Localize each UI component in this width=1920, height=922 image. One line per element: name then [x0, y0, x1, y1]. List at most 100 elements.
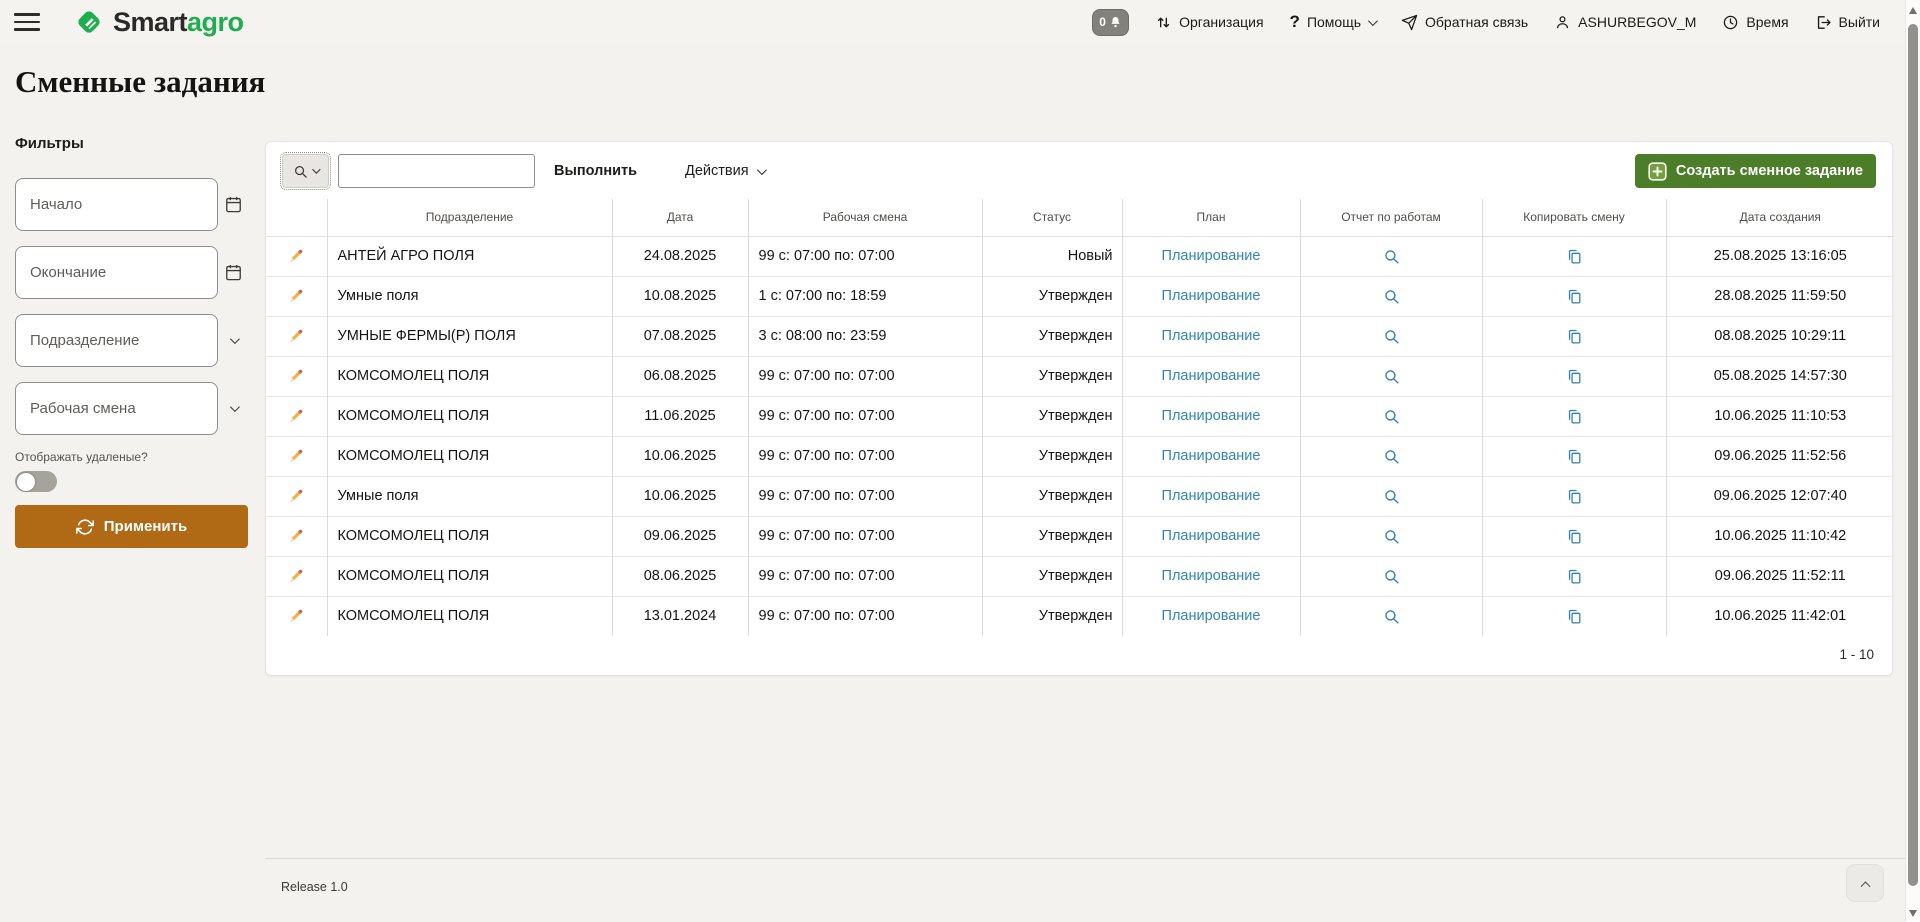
- search-options-button[interactable]: [282, 154, 329, 188]
- edit-pencil-icon[interactable]: [287, 247, 305, 265]
- cell-date: 10.06.2025: [612, 436, 748, 476]
- copy-shift-icon[interactable]: [1566, 568, 1583, 585]
- scrollbar-down-arrow[interactable]: [1909, 910, 1917, 917]
- chevron-down-icon[interactable]: [218, 326, 248, 356]
- cell-status: Утвержден: [982, 516, 1122, 556]
- copy-shift-icon[interactable]: [1566, 288, 1583, 305]
- report-search-icon[interactable]: [1383, 448, 1400, 465]
- report-search-icon[interactable]: [1383, 528, 1400, 545]
- edit-pencil-icon[interactable]: [287, 487, 305, 505]
- nav-help[interactable]: ? Помощь: [1290, 12, 1375, 32]
- edit-pencil-icon[interactable]: [287, 367, 305, 385]
- plan-link[interactable]: Планирование: [1162, 568, 1261, 584]
- edit-pencil-icon[interactable]: [287, 447, 305, 465]
- edit-pencil-icon[interactable]: [287, 567, 305, 585]
- table-row: КОМСОМОЛЕЦ ПОЛЯ 08.06.2025 99 с: 07:00 п…: [266, 556, 1894, 596]
- cell-shift: 99 с: 07:00 по: 07:00: [748, 236, 982, 276]
- page-title: Сменные задания: [15, 64, 265, 100]
- brand-logo[interactable]: Smartagro: [72, 5, 244, 39]
- plan-link[interactable]: Планирование: [1162, 368, 1261, 384]
- apply-button-label: Применить: [104, 518, 187, 535]
- plan-link[interactable]: Планирование: [1162, 408, 1261, 424]
- scrollbar-up-arrow[interactable]: [1909, 7, 1917, 14]
- swap-vertical-icon: [1155, 14, 1172, 31]
- report-search-icon[interactable]: [1383, 248, 1400, 265]
- report-search-icon[interactable]: [1383, 488, 1400, 505]
- table-row: Умные поля 10.06.2025 99 с: 07:00 по: 07…: [266, 476, 1894, 516]
- notifications-button[interactable]: 0: [1092, 9, 1129, 36]
- col-edit: [266, 199, 327, 236]
- edit-pencil-icon[interactable]: [287, 327, 305, 345]
- nav-feedback[interactable]: Обратная связь: [1401, 14, 1528, 31]
- plan-link[interactable]: Планирование: [1162, 608, 1261, 624]
- calendar-icon[interactable]: [218, 190, 248, 220]
- cell-status: Утвержден: [982, 476, 1122, 516]
- vertical-scrollbar[interactable]: [1905, 0, 1920, 922]
- work-shift-select[interactable]: [15, 382, 218, 435]
- execute-button[interactable]: Выполнить: [554, 163, 637, 179]
- plan-link[interactable]: Планирование: [1162, 448, 1261, 464]
- bell-icon: [1109, 15, 1122, 29]
- cell-date: 10.06.2025: [612, 476, 748, 516]
- filters-title: Фильтры: [15, 135, 248, 152]
- report-search-icon[interactable]: [1383, 408, 1400, 425]
- report-search-icon[interactable]: [1383, 368, 1400, 385]
- copy-shift-icon[interactable]: [1566, 608, 1583, 625]
- question-icon: ?: [1290, 12, 1300, 32]
- cell-unit: КОМСОМОЛЕЦ ПОЛЯ: [327, 396, 612, 436]
- plan-link[interactable]: Планирование: [1162, 528, 1261, 544]
- chevron-down-icon[interactable]: [218, 394, 248, 424]
- nav-user[interactable]: ASHURBEGOV_M: [1554, 14, 1696, 31]
- copy-shift-icon[interactable]: [1566, 328, 1583, 345]
- copy-shift-icon[interactable]: [1566, 528, 1583, 545]
- start-date-input[interactable]: [15, 178, 218, 231]
- report-search-icon[interactable]: [1383, 328, 1400, 345]
- edit-pencil-icon[interactable]: [287, 407, 305, 425]
- copy-shift-icon[interactable]: [1566, 488, 1583, 505]
- cell-shift: 99 с: 07:00 по: 07:00: [748, 356, 982, 396]
- copy-shift-icon[interactable]: [1566, 408, 1583, 425]
- unit-select[interactable]: [15, 314, 218, 367]
- top-nav: 0 Организация ? Помощь Обратная связь: [1092, 9, 1880, 36]
- report-search-icon[interactable]: [1383, 568, 1400, 585]
- calendar-icon[interactable]: [218, 258, 248, 288]
- cell-unit: КОМСОМОЛЕЦ ПОЛЯ: [327, 556, 612, 596]
- scroll-to-top-button[interactable]: [1846, 864, 1884, 902]
- cell-unit: Умные поля: [327, 476, 612, 516]
- report-toolbar: Выполнить Действия Создать сменное задан…: [266, 142, 1892, 188]
- cell-shift: 1 с: 07:00 по: 18:59: [748, 276, 982, 316]
- scrollbar-thumb[interactable]: [1908, 24, 1918, 886]
- nav-feedback-label: Обратная связь: [1425, 14, 1528, 30]
- cell-unit: КОМСОМОЛЕЦ ПОЛЯ: [327, 436, 612, 476]
- report-search-icon[interactable]: [1383, 288, 1400, 305]
- actions-menu-button[interactable]: Действия: [685, 163, 764, 179]
- copy-shift-icon[interactable]: [1566, 248, 1583, 265]
- copy-shift-icon[interactable]: [1566, 368, 1583, 385]
- plan-link[interactable]: Планирование: [1162, 288, 1261, 304]
- nav-time[interactable]: Время: [1722, 14, 1788, 31]
- cell-created: 09.06.2025 12:07:40: [1666, 476, 1894, 516]
- edit-pencil-icon[interactable]: [287, 527, 305, 545]
- create-shift-task-button[interactable]: Создать сменное задание: [1635, 154, 1876, 188]
- nav-logout[interactable]: Выйти: [1815, 14, 1880, 31]
- nav-organization[interactable]: Организация: [1155, 14, 1263, 31]
- end-date-input[interactable]: [15, 246, 218, 299]
- show-deleted-label: Отображать удаленые?: [15, 450, 248, 464]
- show-deleted-toggle[interactable]: [15, 471, 57, 492]
- report-search-icon[interactable]: [1383, 608, 1400, 625]
- menu-icon[interactable]: [14, 13, 40, 31]
- plan-link[interactable]: Планирование: [1162, 328, 1261, 344]
- edit-pencil-icon[interactable]: [287, 287, 305, 305]
- clock-icon: [1722, 14, 1739, 31]
- edit-pencil-icon[interactable]: [287, 607, 305, 625]
- cell-status: Утвержден: [982, 556, 1122, 596]
- col-unit: Подразделение: [327, 199, 612, 236]
- nav-help-label: Помощь: [1307, 14, 1361, 30]
- plan-link[interactable]: Планирование: [1162, 488, 1261, 504]
- copy-shift-icon[interactable]: [1566, 448, 1583, 465]
- plan-link[interactable]: Планирование: [1162, 248, 1261, 264]
- search-input[interactable]: [338, 154, 535, 188]
- apply-button[interactable]: Применить: [15, 505, 248, 548]
- cell-unit: КОМСОМОЛЕЦ ПОЛЯ: [327, 356, 612, 396]
- col-created: Дата создания: [1666, 199, 1894, 236]
